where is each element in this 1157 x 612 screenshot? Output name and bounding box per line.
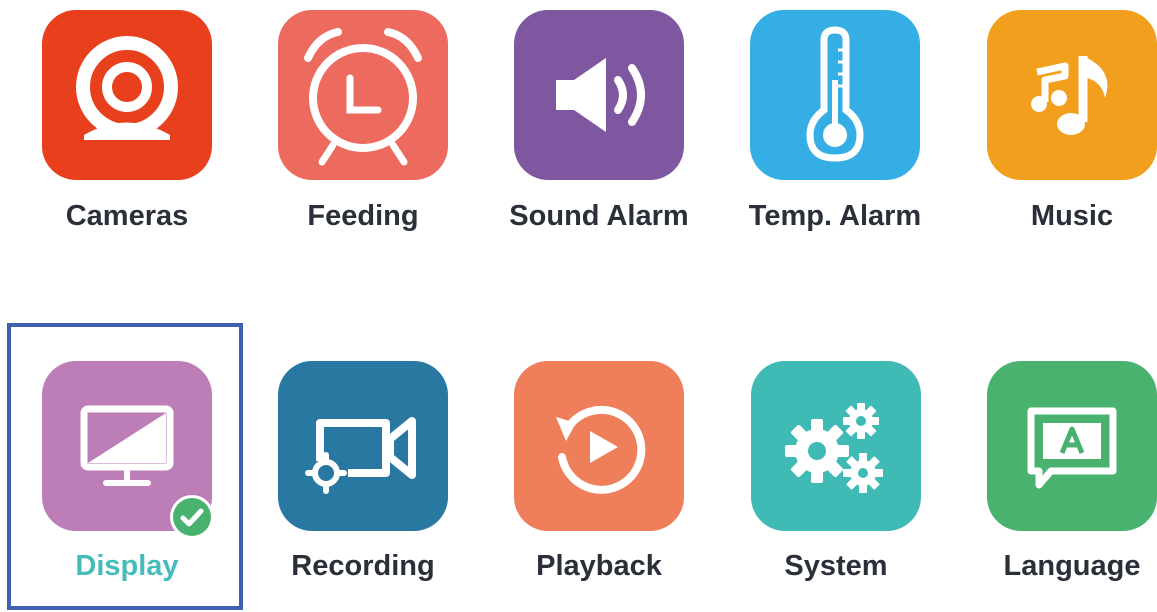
menu-item-label: Display [75, 550, 179, 582]
camera-icon [42, 10, 212, 180]
menu-item-label: Cameras [65, 200, 189, 232]
speaker-icon [514, 10, 684, 180]
gears-icon [751, 361, 921, 531]
menu-item-display[interactable]: Display [42, 361, 242, 601]
menu-item-recording[interactable]: Recording [278, 361, 478, 601]
alarm-clock-icon [278, 10, 448, 180]
music-note-icon [987, 10, 1157, 180]
menu-item-language[interactable]: Language [987, 361, 1157, 601]
menu-item-playback[interactable]: Playback [514, 361, 714, 601]
menu-item-label: Sound Alarm [509, 200, 689, 232]
selected-check-icon [170, 495, 214, 539]
menu-item-label: Feeding [307, 200, 419, 232]
monitor-icon [42, 361, 214, 539]
thermometer-icon [750, 10, 920, 180]
menu-item-label: System [784, 550, 888, 582]
menu-item-music[interactable]: Music [987, 10, 1157, 250]
menu-item-label: Recording [291, 550, 435, 582]
language-a-icon [987, 361, 1157, 531]
menu-item-label: Temp. Alarm [748, 200, 922, 232]
menu-item-temp-alarm[interactable]: Temp. Alarm [749, 10, 950, 250]
video-camera-gear-icon [278, 361, 448, 531]
menu-item-sound-alarm[interactable]: Sound Alarm [509, 10, 714, 250]
menu-item-system[interactable]: System [751, 361, 951, 601]
menu-item-label: Music [1030, 200, 1114, 232]
menu-item-cameras[interactable]: Cameras [42, 10, 242, 250]
menu-item-label: Playback [536, 550, 662, 582]
menu-item-feeding[interactable]: Feeding [278, 10, 478, 250]
replay-icon [514, 361, 684, 531]
menu-item-label: Language [1003, 550, 1141, 582]
